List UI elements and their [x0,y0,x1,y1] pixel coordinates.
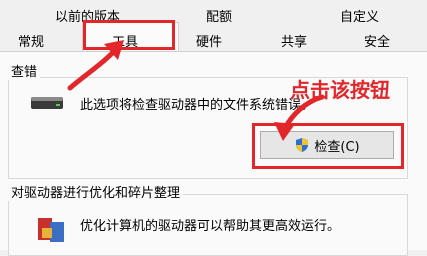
error-check-title: 查错 [8,61,41,80]
optimize-drive-icon [38,218,64,242]
tab-general[interactable]: 常规 [18,31,44,50]
tab-sharing[interactable]: 共享 [281,31,307,50]
tab-row-bottom: 常规 工具 硬件 共享 安全 [0,28,427,50]
optimize-description: 优化计算机的驱动器可以帮助其更高效运行。 [80,219,341,234]
tab-quota[interactable]: 配额 [206,6,232,25]
annotation-highlight-check-button [252,123,404,169]
tab-security[interactable]: 安全 [364,31,390,50]
annotation-text: 点击该按钮 [290,78,390,102]
error-check-description: 此选项将检查驱动器中的文件系统错误。 [80,98,315,113]
tab-row-top: 以前的版本 配额 自定义 [0,4,427,25]
optimize-title: 对驱动器进行优化和碎片整理 [8,182,184,201]
tab-customize[interactable]: 自定义 [340,6,379,25]
annotation-highlight-tools-tab [83,20,175,50]
drive-icon [31,97,63,109]
tab-hardware[interactable]: 硬件 [196,31,222,50]
